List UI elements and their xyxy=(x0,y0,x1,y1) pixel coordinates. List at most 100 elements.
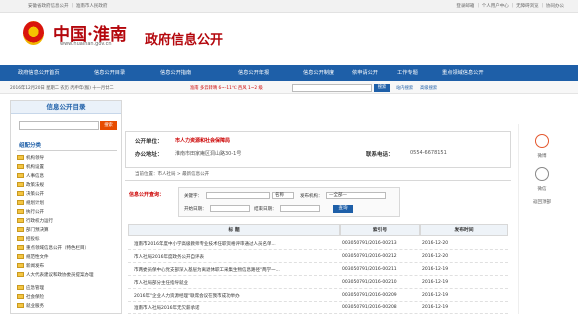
folder-icon xyxy=(17,254,24,259)
row-title[interactable]: 市两委员保中心党支部深入基层为离退休职工采集生物信息路径"两学一... xyxy=(134,267,280,273)
folder-icon xyxy=(17,245,24,250)
phone-label: 联系电话： xyxy=(366,152,394,158)
back-to-top-link[interactable]: 返回顶部 xyxy=(531,199,553,205)
folder-icon xyxy=(17,182,24,187)
nav-item-guide[interactable]: 信息公开指南 xyxy=(160,69,191,76)
main-nav: 政府信息公开首页 信息公开目录 信息公开指南 信息公开年报 信息公开制度 依申请… xyxy=(0,65,578,81)
nav-item-apply[interactable]: 依申请公开 xyxy=(352,69,378,76)
address-label: 办公地址： xyxy=(135,152,163,158)
sidebar-item[interactable]: 就业服务 xyxy=(17,303,44,309)
keyword-type-select[interactable]: 名称 xyxy=(272,192,294,199)
sidebar-item[interactable]: 重点领域信息公开（特色栏目） xyxy=(17,245,89,251)
sidebar-item[interactable]: 人大代表建议和政协委员提案办理 xyxy=(17,272,94,278)
row-title[interactable]: 淮南市人社局2016年无欠薪承诺 xyxy=(134,305,199,311)
folder-icon xyxy=(17,303,24,308)
row-title[interactable]: 2016年"企业人力资源经理"联席会议在我市成功举办 xyxy=(134,293,240,299)
sidebar-item[interactable]: 执行公开 xyxy=(17,209,44,215)
sidebar-item[interactable]: 社会保险 xyxy=(17,294,44,300)
phone-value: 0554-6678151 xyxy=(410,150,447,156)
table-row[interactable]: 市人社局2016年度政务公开自评表 003050791/2016-00212 201… xyxy=(128,250,508,263)
site-search-link[interactable]: 站内搜索 xyxy=(396,85,413,91)
nav-item-catalog[interactable]: 信息公开目录 xyxy=(94,69,125,76)
site-search-input[interactable] xyxy=(292,84,372,92)
nav-item-key-areas[interactable]: 重点领域信息公开 xyxy=(442,69,484,76)
breadcrumb: 当前位置：市人社局 > 最新信息公开 xyxy=(125,169,511,181)
row-date: 2016-12-19 xyxy=(422,305,449,310)
row-index: 003050791/2016-00212 xyxy=(342,254,397,259)
sidebar-item[interactable]: 招投标 xyxy=(17,236,40,242)
row-date: 2016-12-20 xyxy=(422,241,449,246)
row-index: 003050791/2016-00210 xyxy=(342,280,397,285)
sidebar-item[interactable]: 机构设置 xyxy=(17,164,44,170)
nav-item-topics[interactable]: 工作专题 xyxy=(397,69,418,76)
sidebar-heading: 信息公开目录 xyxy=(11,101,121,114)
row-date: 2016-12-19 xyxy=(422,280,449,285)
org-select[interactable]: —全部— xyxy=(326,192,386,199)
sidebar-item[interactable]: 行政权力运行 xyxy=(17,218,53,224)
unit-name: 市人力资源和社会保障局 xyxy=(175,138,231,144)
row-index: 003050791/2016-00213 xyxy=(342,241,397,246)
end-date-input[interactable] xyxy=(280,205,320,212)
top-left-links[interactable]: 安徽省政府信息公开 ｜ 淮南市人民政府 xyxy=(28,3,107,9)
sidebar-item[interactable]: 人事信息 xyxy=(17,173,44,179)
end-date-label: 结束日期： xyxy=(254,207,277,212)
sidebar-item[interactable]: 部门预决算 xyxy=(17,227,49,233)
folder-icon xyxy=(17,155,24,160)
row-title[interactable]: 市人社局部分主任指导就业 xyxy=(134,280,188,286)
table-row[interactable]: 淮南市2016年度中小学高级教师专业技术任职资格评审通过人员名单... 00305… xyxy=(128,237,508,250)
folder-icon xyxy=(17,218,24,223)
sidebar-item[interactable]: 决策公开 xyxy=(17,191,44,197)
folder-icon xyxy=(17,209,24,214)
keyword-label: 关键字： xyxy=(184,194,202,199)
wechat-icon[interactable] xyxy=(535,167,549,181)
nav-item-home[interactable]: 政府信息公开首页 xyxy=(18,69,60,76)
folder-icon xyxy=(17,272,24,277)
org-label: 发布机构： xyxy=(300,194,323,199)
site-search-button[interactable]: 搜索 xyxy=(374,84,390,92)
query-button[interactable]: 查询 xyxy=(333,205,353,213)
nav-item-system[interactable]: 信息公开年报 xyxy=(238,69,269,76)
site-logo-url: www.huainan.gov.cn xyxy=(60,41,112,47)
sidebar-item[interactable]: 规划计划 xyxy=(17,200,44,206)
sidebar-item[interactable]: 新闻发布 xyxy=(17,263,44,269)
folder-icon xyxy=(17,285,24,290)
table-row[interactable]: 市两委员保中心党支部深入基层为离退休职工采集生物信息路径"两学一... 00305… xyxy=(128,263,508,276)
row-index: 003050791/2016-00209 xyxy=(342,293,397,298)
start-date-label: 开始日期： xyxy=(184,207,207,212)
folder-icon xyxy=(17,191,24,196)
row-title[interactable]: 淮南市2016年度中小学高级教师专业技术任职资格评审通过人员名单... xyxy=(134,241,276,247)
folder-icon xyxy=(17,227,24,232)
weibo-icon[interactable] xyxy=(535,134,549,148)
sidebar-item[interactable]: 机构领导 xyxy=(17,155,44,161)
weibo-label[interactable]: 微博 xyxy=(531,153,553,159)
row-title[interactable]: 市人社局2016年度政务公开自评表 xyxy=(134,254,204,260)
nav-item-report[interactable]: 信息公开制度 xyxy=(303,69,334,76)
top-bar: 安徽省政府信息公开 ｜ 淮南市人民政府 登录邮箱 ｜ 个人用户中心 ｜ 无障碍浏… xyxy=(0,0,578,13)
row-index: 003050791/2016-00208 xyxy=(342,305,397,310)
unit-label: 公开单位： xyxy=(135,139,163,145)
start-date-input[interactable] xyxy=(210,205,250,212)
keyword-input[interactable] xyxy=(206,192,270,199)
sidebar-item[interactable]: 应急管理 xyxy=(17,285,44,291)
table-row[interactable]: 市人社局部分主任指导就业 003050791/2016-00210 2016-12-… xyxy=(128,276,508,289)
row-date: 2016-12-19 xyxy=(422,267,449,272)
weather-text: 淮南 多云转晴 6~-11℃ 西风 1~2 级 xyxy=(190,86,263,91)
folder-icon xyxy=(17,294,24,299)
sidebar-search-input[interactable] xyxy=(19,121,99,130)
wechat-label[interactable]: 微信 xyxy=(531,186,553,192)
national-emblem-icon xyxy=(23,21,44,45)
social-panel: 微博 微信 返回顶部 xyxy=(531,131,553,209)
query-label: 信息公开查询： xyxy=(129,192,165,198)
folder-icon xyxy=(17,236,24,241)
folder-icon xyxy=(17,263,24,268)
advanced-search-link[interactable]: 高级搜索 xyxy=(420,85,437,91)
sidebar-item[interactable]: 政策法规 xyxy=(17,182,44,188)
sidebar-search-button[interactable]: 搜索 xyxy=(100,121,117,130)
top-right-links[interactable]: 登录邮箱 ｜ 个人用户中心 ｜ 无障碍浏览 ｜ 协同办公 xyxy=(456,3,564,9)
sidebar: 信息公开目录 搜索 组配分类 机构领导 机构设置 人事信息 政策法规 决策公开 … xyxy=(10,100,122,314)
folder-icon xyxy=(17,164,24,169)
sidebar-divider xyxy=(17,150,117,151)
address-value: 淮南市田家庵区洞山路30-1号 xyxy=(175,151,242,157)
table-row[interactable]: 淮南市人社局2016年无欠薪承诺 003050791/2016-00208 2016… xyxy=(128,301,508,314)
sidebar-item[interactable]: 规范性文件 xyxy=(17,254,49,260)
